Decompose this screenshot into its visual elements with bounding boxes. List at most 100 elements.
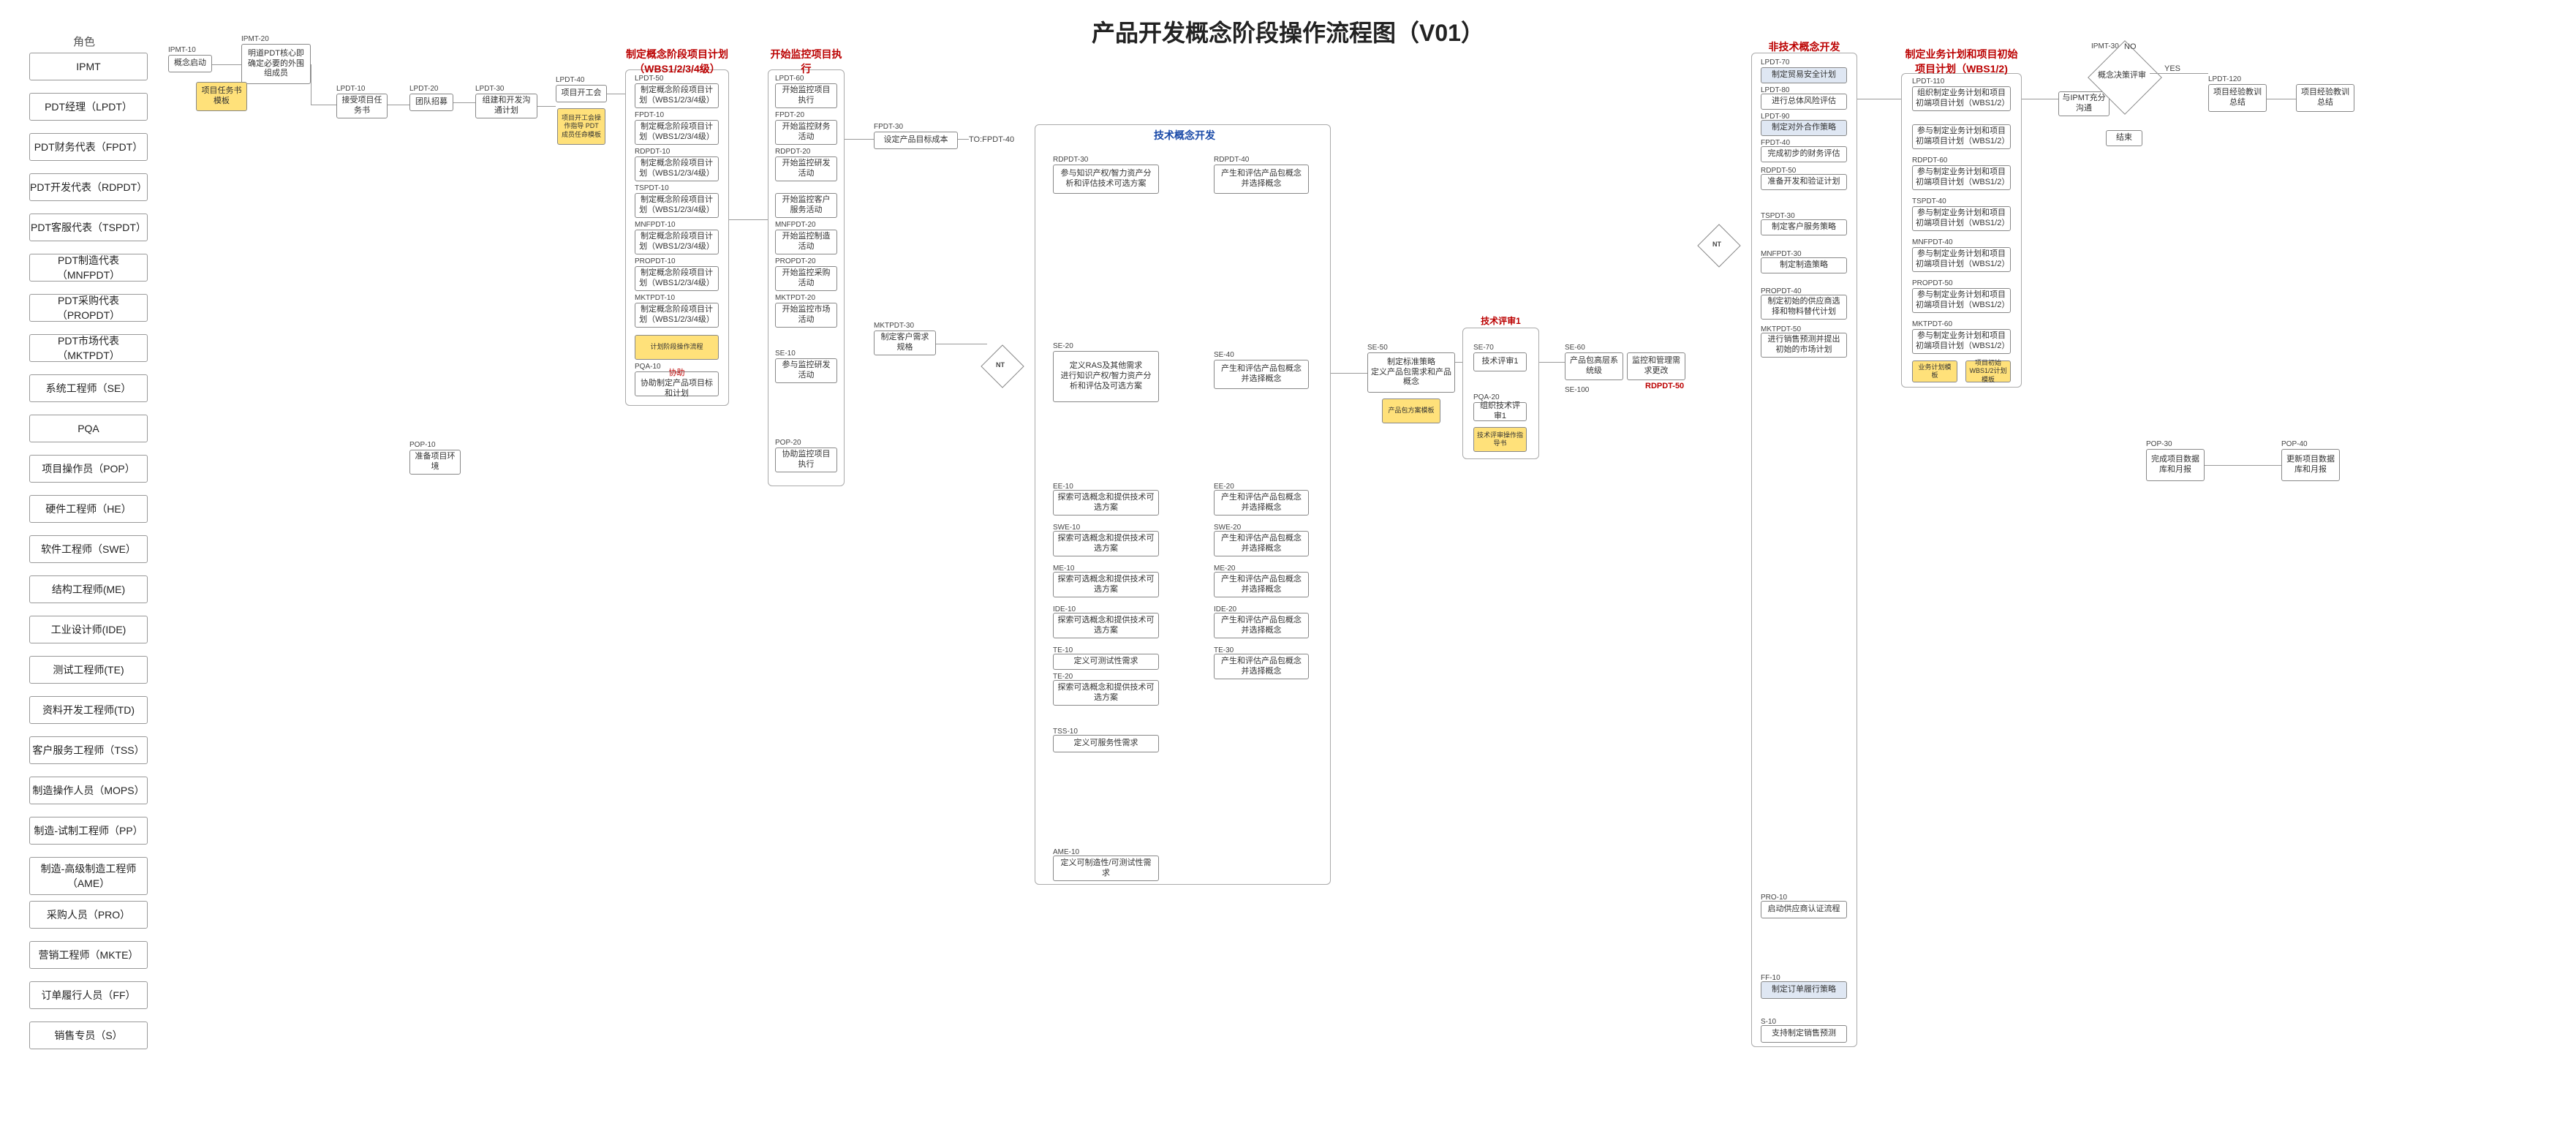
label-lpdt10: LPDT-10 — [336, 85, 365, 93]
task-se20: 定义RAS及其他需求 进行知识产权/智力资产分析和评估及可选方案 — [1053, 351, 1159, 402]
task-he20: 产生和评估产品包概念并选择概念 — [1214, 490, 1309, 516]
task-se100: 监控和管理需求更改 — [1627, 352, 1685, 380]
task-pop10: 准备项目环境 — [409, 450, 461, 475]
task-mnfpdt40: 参与制定业务计划和项目初端项目计划（WBS1/2） — [1912, 247, 2011, 272]
task-lpdt60: 开始监控项目执行 — [775, 83, 837, 108]
task-fpdt50: 参与制定业务计划和项目初端项目计划（WBS1/2） — [1912, 124, 2011, 149]
conn — [537, 106, 556, 107]
text-no: NO — [2124, 42, 2137, 51]
task-lpdt80: 进行总体风险评估 — [1761, 94, 1847, 110]
role-column-header: 角色 — [73, 34, 95, 49]
label-tspdt40: TSPDT-40 — [1912, 197, 1946, 205]
conn — [845, 139, 874, 140]
task-te30: 产生和评估产品包概念并选择概念 — [1214, 654, 1309, 679]
label-propdt10: PROPDT-10 — [635, 257, 676, 265]
group-review-title: 技术评审1 — [1462, 314, 1539, 327]
task-tspdt30: 制定客户服务策略 — [1761, 219, 1847, 235]
role-tspdt: PDT客服代表（TSPDT） — [29, 214, 148, 241]
task-mktpdt60: 参与制定业务计划和项目初端项目计划（WBS1/2） — [1912, 329, 2011, 354]
decision-end: 结束 — [2106, 130, 2142, 146]
task-s10: 支持制定销售预测 — [1761, 1025, 1847, 1043]
task-ipmt-mid: 与IPMT充分沟通 — [2058, 91, 2109, 116]
task-rdpdt60: 参与制定业务计划和项目初端项目计划（WBS1/2） — [1912, 165, 2011, 190]
conn — [453, 102, 475, 103]
task-propdt20: 开始监控采购活动 — [775, 266, 837, 291]
role-ame: 制造-高级制造工程师（AME） — [29, 857, 148, 895]
task-lpdt30: 组建和开发沟通计划 — [475, 94, 537, 118]
label-mktpdt60: MKTPDT-60 — [1912, 320, 1952, 328]
role-td: 资料开发工程师(TD) — [29, 696, 148, 724]
task-mktpdt10: 制定概念阶段项目计划（WBS1/2/3/4级） — [635, 303, 719, 328]
conn — [729, 219, 768, 220]
task-swe20: 产生和评估产品包概念并选择概念 — [1214, 531, 1309, 556]
task-mktpdt20: 开始监控市场活动 — [775, 303, 837, 328]
label-lpdt30: LPDT-30 — [475, 85, 504, 93]
label-se70: SE-70 — [1473, 344, 1494, 352]
role-lpdt: PDT经理（LPDT） — [29, 93, 148, 121]
role-ff: 订单履行人员（FF） — [29, 981, 148, 1009]
task-mnfpdt20: 开始监控制造活动 — [775, 230, 837, 254]
task-tspdt10: 制定概念阶段项目计划（WBS1/2/3/4级） — [635, 193, 719, 218]
label-se10: SE-10 — [775, 350, 796, 358]
task-ame10: 定义可制造性/可测试性需求 — [1053, 856, 1159, 881]
task-ipmt20: 明道PDT核心即确定必要的外围组成员 — [241, 44, 311, 84]
task-rdpdt40: 产生和评估产品包概念并选择概念 — [1214, 165, 1309, 194]
group-nontech-title: 非技术概念开发 — [1751, 39, 1857, 54]
diagram-canvas: 产品开发概念阶段操作流程图（V01） 角色 IPMT PDT经理（LPDT） P… — [0, 0, 2576, 1148]
role-pro: 采购人员（PRO） — [29, 901, 148, 929]
role-propdt: PDT采购代表（PROPDT） — [29, 294, 148, 322]
conn — [958, 139, 969, 140]
role-tss: 客户服务工程师（TSS） — [29, 736, 148, 764]
task-me10: 探索可选概念和提供技术可选方案 — [1053, 572, 1159, 597]
task-te10: 定义可测试性需求 — [1053, 654, 1159, 670]
label-mktpdt20: MKTPDT-20 — [775, 294, 815, 302]
label-rdpdt20: RDPDT-20 — [775, 148, 810, 156]
role-s: 销售专员（S） — [29, 1022, 148, 1049]
task-pop40: 更新项目数据库和月报 — [2281, 449, 2340, 481]
conn — [2205, 465, 2281, 466]
role-ide: 工业设计师(IDE) — [29, 616, 148, 643]
label-mktpdt10: MKTPDT-10 — [635, 294, 675, 302]
label-mktpdt30: MKTPDT-30 — [874, 322, 914, 330]
task-fpdt10: 制定概念阶段项目计划（WBS1/2/3/4级） — [635, 120, 719, 145]
task-pop20: 协助监控项目执行 — [775, 448, 837, 472]
note-biz2: 项目初始WBS1/2计划模板 — [1965, 360, 2011, 382]
task-pqa10: 协助协助制定产品项目标和计划 — [635, 371, 719, 396]
text-yes: YES — [2164, 64, 2180, 73]
note-se-prod: 产品包方案模板 — [1382, 399, 1440, 423]
label-propdt50: PROPDT-50 — [1912, 279, 1953, 287]
task-mnfpdt30: 制定制造策略 — [1761, 257, 1847, 273]
label-pop10: POP-10 — [409, 441, 436, 449]
label-propdt20: PROPDT-20 — [775, 257, 816, 265]
label-lpdt40: LPDT-40 — [556, 76, 584, 84]
label-ipmt10: IPMT-10 — [168, 46, 196, 54]
role-pop: 项目操作员（POP） — [29, 455, 148, 483]
role-fpdt: PDT财务代表（FPDT） — [29, 133, 148, 161]
task-rdpdt50: 准备开发和验证计划 — [1761, 174, 1847, 190]
nt-gate-2 — [1697, 224, 1740, 267]
label-rdpdt40: RDPDT-40 — [1214, 156, 1249, 164]
task-propdt50: 参与制定业务计划和项目初端项目计划（WBS1/2） — [1912, 288, 2011, 313]
label-rdpdt30: RDPDT-30 — [1053, 156, 1088, 164]
task-mktpdt30: 制定客户需求规格 — [874, 331, 936, 355]
role-mktpdt: PDT市场代表（MKTPDT） — [29, 334, 148, 362]
task-se60: 产品包高层系统级 — [1565, 352, 1623, 380]
task-pro10: 启动供应商认证流程 — [1761, 901, 1847, 918]
task-mnfpdt10: 制定概念阶段项目计划（WBS1/2/3/4级） — [635, 230, 719, 254]
label-se60: SE-60 — [1565, 344, 1585, 352]
note-meeting: 项目开工会操作指导 PDT成员任命模板 — [557, 108, 605, 145]
task-ide10: 探索可选概念和提供技术可选方案 — [1053, 613, 1159, 638]
label-rdpdt60: RDPDT-60 — [1912, 156, 1947, 165]
task-se70: 技术评审1 — [1473, 352, 1527, 371]
role-me: 结构工程师(ME) — [29, 575, 148, 603]
label-mnfpdt10: MNFPDT-10 — [635, 221, 676, 229]
task-he10: 探索可选概念和提供技术可选方案 — [1053, 490, 1159, 516]
role-se: 系统工程师（SE） — [29, 374, 148, 402]
label-mnfpdt40: MNFPDT-40 — [1912, 238, 1953, 246]
task-fpdt40: 完成初步的财务评估 — [1761, 146, 1847, 162]
role-mops: 制造操作人员（MOPS） — [29, 777, 148, 804]
label-lpdt60: LPDT-60 — [775, 75, 804, 83]
role-te: 测试工程师(TE) — [29, 656, 148, 684]
text-tofpdt40: TO:FPDT-40 — [969, 135, 1014, 144]
task-pqa20: 组织技术评审1 — [1473, 402, 1527, 421]
